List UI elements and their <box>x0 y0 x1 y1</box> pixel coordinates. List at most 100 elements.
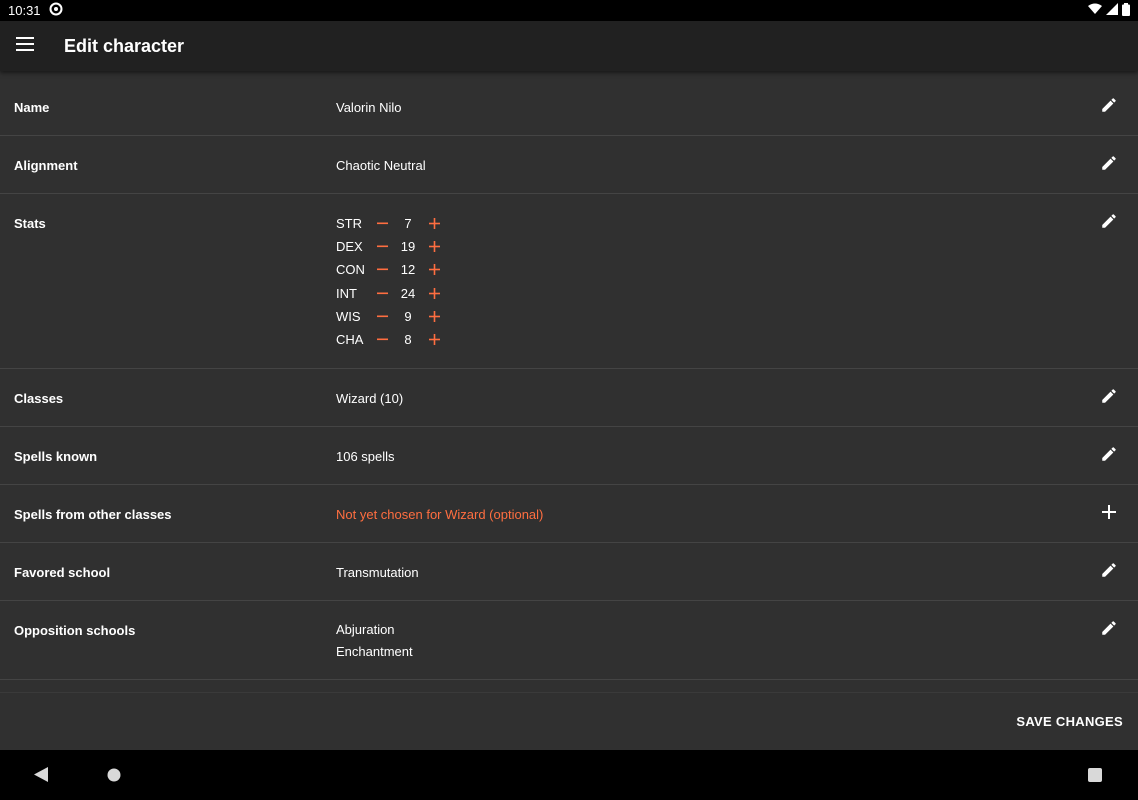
plus-icon <box>428 218 440 230</box>
row-favored-school: Favored school Transmutation <box>0 543 1138 601</box>
menu-button[interactable] <box>0 21 50 71</box>
wifi-icon <box>1088 3 1102 18</box>
plus-icon <box>1102 504 1116 524</box>
favored-school-value: Transmutation <box>336 565 419 580</box>
stat-name: STR <box>336 216 362 232</box>
stat-name: CON <box>336 262 365 278</box>
stat-value: 9 <box>404 308 412 324</box>
opposition-schools-list: Abjuration Enchantment <box>336 622 413 662</box>
name-value: Valorin Nilo <box>336 100 402 115</box>
stat-name: DEX <box>336 239 363 255</box>
decrement-cha-button[interactable] <box>374 332 390 348</box>
stats-list: STR 7 DEX 19 CON 12 INT 24 WIS 9 CHA 8 <box>336 212 442 351</box>
plus-icon <box>428 287 440 299</box>
system-nav-bar <box>0 750 1138 800</box>
increment-con-button[interactable] <box>426 262 442 278</box>
row-alignment: Alignment Chaotic Neutral <box>0 136 1138 194</box>
row-stats: Stats STR 7 DEX 19 CON 12 INT 24 WIS 9 CHA 8 <box>0 194 1138 369</box>
minus-icon <box>376 245 388 248</box>
page-title: Edit character <box>64 35 185 56</box>
name-label: Name <box>14 100 50 115</box>
edit-alignment-button[interactable] <box>1098 154 1120 176</box>
spells-other-label: Spells from other classes <box>14 507 172 522</box>
home-button[interactable] <box>107 768 121 787</box>
home-circle-icon <box>107 768 121 786</box>
stat-value: 19 <box>400 239 416 255</box>
bottom-action-bar: SAVE CHANGES <box>0 692 1138 750</box>
stat-value: 7 <box>404 216 412 232</box>
stat-row-int: INT 24 <box>336 282 442 305</box>
plus-icon <box>428 241 440 253</box>
opposition-school-item: Enchantment <box>336 643 413 659</box>
increment-dex-button[interactable] <box>426 239 442 255</box>
decrement-str-button[interactable] <box>374 216 390 232</box>
row-spells-other-classes: Spells from other classes Not yet chosen… <box>0 485 1138 543</box>
row-name: Name Valorin Nilo <box>0 71 1138 136</box>
save-changes-button[interactable]: SAVE CHANGES <box>1016 714 1123 729</box>
recents-button[interactable] <box>1088 768 1102 787</box>
edit-favored-school-button[interactable] <box>1098 561 1120 583</box>
decrement-con-button[interactable] <box>374 262 390 278</box>
stat-row-con: CON 12 <box>336 258 442 281</box>
spells-known-value: 106 spells <box>336 449 395 464</box>
edit-classes-button[interactable] <box>1098 387 1120 409</box>
stat-row-cha: CHA 8 <box>336 328 442 351</box>
status-time: 10:31 <box>8 3 41 18</box>
stat-row-str: STR 7 <box>336 212 442 235</box>
stat-value: 12 <box>400 262 416 278</box>
notification-icon <box>49 2 63 19</box>
classes-label: Classes <box>14 391 64 406</box>
decrement-dex-button[interactable] <box>374 239 390 255</box>
increment-cha-button[interactable] <box>426 332 442 348</box>
hamburger-menu-icon <box>16 36 34 56</box>
stat-name: WIS <box>336 308 361 324</box>
back-button[interactable] <box>34 767 48 787</box>
edit-stats-button[interactable] <box>1098 212 1120 234</box>
pencil-icon <box>1100 154 1118 177</box>
alignment-label: Alignment <box>14 158 78 173</box>
increment-str-button[interactable] <box>426 216 442 232</box>
stat-row-wis: WIS 9 <box>336 305 442 328</box>
spells-other-value: Not yet chosen for Wizard (optional) <box>336 507 544 522</box>
add-spells-other-button[interactable] <box>1098 503 1120 525</box>
pencil-icon <box>1100 96 1118 119</box>
minus-icon <box>376 315 388 317</box>
back-triangle-icon <box>34 767 48 786</box>
minus-icon <box>376 292 388 294</box>
edit-name-button[interactable] <box>1098 96 1120 118</box>
decrement-wis-button[interactable] <box>374 308 390 324</box>
pencil-icon <box>1100 445 1118 468</box>
stat-value: 24 <box>400 285 416 301</box>
stat-row-dex: DEX 19 <box>336 235 442 258</box>
edit-opposition-schools-button[interactable] <box>1098 619 1120 641</box>
battery-icon <box>1122 2 1130 19</box>
app-bar: Edit character <box>0 21 1138 71</box>
cell-signal-icon <box>1106 3 1118 18</box>
character-form: Name Valorin Nilo Alignment Chaotic Neut… <box>0 71 1138 692</box>
pencil-icon <box>1100 387 1118 410</box>
minus-icon <box>376 222 388 225</box>
classes-value: Wizard (10) <box>336 391 404 406</box>
row-classes: Classes Wizard (10) <box>0 369 1138 427</box>
pencil-icon <box>1100 619 1118 642</box>
minus-icon <box>376 338 388 341</box>
row-spells-known: Spells known 106 spells <box>0 427 1138 485</box>
edit-spells-known-button[interactable] <box>1098 445 1120 467</box>
stats-label: Stats <box>14 216 46 231</box>
favored-school-label: Favored school <box>14 565 111 580</box>
increment-int-button[interactable] <box>426 285 442 301</box>
plus-icon <box>428 264 440 276</box>
pencil-icon <box>1100 212 1118 235</box>
alignment-value: Chaotic Neutral <box>336 158 426 173</box>
stat-name: CHA <box>336 332 364 348</box>
decrement-int-button[interactable] <box>374 285 390 301</box>
row-opposition-schools: Opposition schools Abjuration Enchantmen… <box>0 601 1138 680</box>
stat-value: 8 <box>404 332 412 348</box>
increment-wis-button[interactable] <box>426 308 442 324</box>
plus-icon <box>428 310 440 322</box>
recents-square-icon <box>1088 768 1102 786</box>
stat-name: INT <box>336 285 357 301</box>
plus-icon <box>428 334 440 346</box>
pencil-icon <box>1100 561 1118 584</box>
spells-known-label: Spells known <box>14 449 98 464</box>
